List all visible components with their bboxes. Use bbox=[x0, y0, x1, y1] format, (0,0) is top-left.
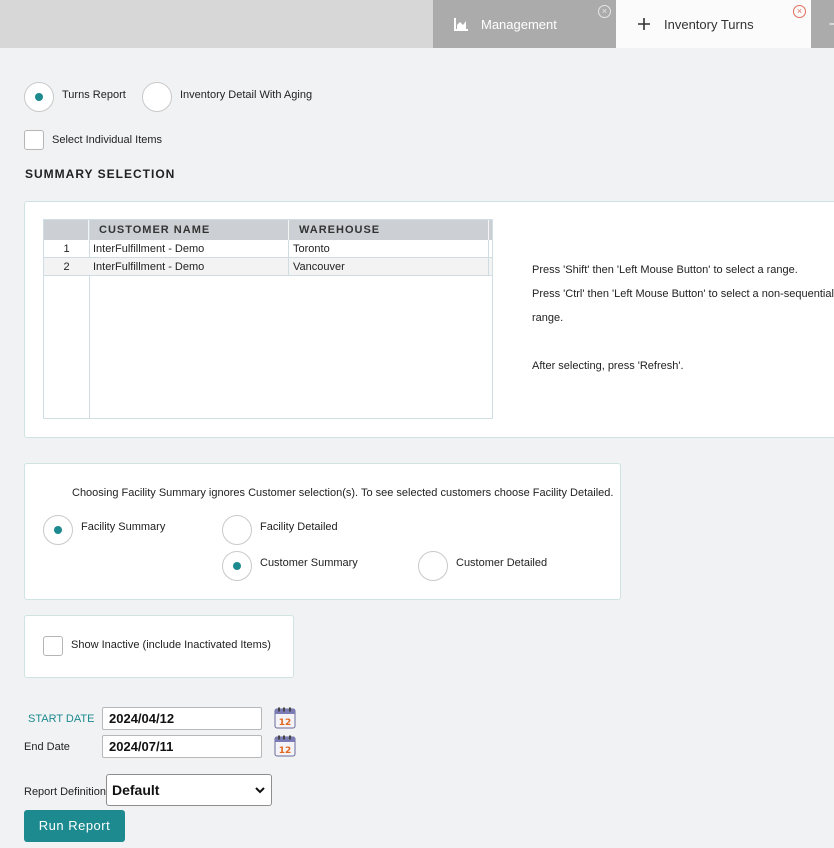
hint-shift: Press 'Shift' then 'Left Mouse Button' t… bbox=[532, 264, 798, 276]
table-row[interactable]: 2 InterFulfillment - Demo Vancouver bbox=[44, 258, 492, 276]
report-definition-label: Report Definition bbox=[24, 786, 106, 798]
start-date-label: START DATE bbox=[28, 713, 95, 725]
grid-divider bbox=[288, 240, 289, 276]
report-definition-select[interactable]: Default bbox=[106, 774, 272, 806]
row-number: 1 bbox=[63, 243, 70, 255]
select-individual-items-label: Select Individual Items bbox=[52, 134, 163, 146]
customer-warehouse-grid: CUSTOMER NAME WAREHOUSE 1 InterFulfillme… bbox=[43, 219, 493, 419]
report-definition-value: Default bbox=[112, 782, 160, 798]
row-number: 2 bbox=[63, 261, 70, 273]
svg-text:12: 12 bbox=[279, 718, 292, 728]
hint-ctrl-cont: range. bbox=[532, 312, 564, 324]
customer-name-cell: InterFulfillment - Demo bbox=[93, 243, 205, 255]
table-row[interactable]: 1 InterFulfillment - Demo Toronto bbox=[44, 240, 492, 258]
show-inactive-label: Show Inactive (include Inactivated Items… bbox=[71, 639, 271, 651]
turns-report-radio[interactable] bbox=[24, 82, 54, 112]
customer-summary-label: Customer Summary bbox=[260, 557, 358, 569]
close-tab-management-icon[interactable]: × bbox=[598, 5, 611, 18]
grid-header-warehouse[interactable]: WAREHOUSE bbox=[289, 220, 489, 240]
end-date-label: End Date bbox=[24, 741, 70, 753]
chevron-down-icon bbox=[255, 787, 265, 794]
tab-management-label: Management bbox=[481, 16, 557, 32]
run-report-button[interactable]: Run Report bbox=[24, 810, 125, 842]
show-inactive-checkbox[interactable] bbox=[43, 636, 63, 656]
customer-name-cell: InterFulfillment - Demo bbox=[93, 261, 205, 273]
facility-note: Choosing Facility Summary ignores Custom… bbox=[72, 487, 614, 499]
inventory-detail-aging-label: Inventory Detail With Aging bbox=[180, 89, 313, 101]
tab-management[interactable]: Management × bbox=[433, 0, 616, 48]
chart-icon bbox=[453, 16, 469, 32]
facility-summary-radio[interactable] bbox=[43, 515, 73, 545]
hint-refresh: After selecting, press 'Refresh'. bbox=[532, 360, 684, 372]
facility-detailed-label: Facility Detailed bbox=[260, 521, 338, 533]
hint-ctrl: Press 'Ctrl' then 'Left Mouse Button' to… bbox=[532, 288, 834, 300]
tab-inventory-turns-label: Inventory Turns bbox=[664, 16, 754, 32]
svg-text:12: 12 bbox=[279, 746, 292, 756]
inventory-detail-aging-radio[interactable] bbox=[142, 82, 172, 112]
grid-divider bbox=[488, 240, 489, 276]
customer-detailed-radio[interactable] bbox=[418, 551, 448, 581]
start-date-field[interactable]: 2024/04/12 bbox=[102, 707, 262, 730]
end-date-field[interactable]: 2024/07/11 bbox=[102, 735, 262, 758]
turns-report-label: Turns Report bbox=[62, 89, 126, 101]
tab-overflow-stub[interactable] bbox=[811, 0, 834, 48]
summary-selection-title: SUMMARY SELECTION bbox=[25, 167, 176, 181]
facility-detailed-radio[interactable] bbox=[222, 515, 252, 545]
select-individual-items-checkbox[interactable] bbox=[24, 130, 44, 150]
close-tab-inventory-turns-icon[interactable]: × bbox=[793, 5, 806, 18]
facility-summary-label: Facility Summary bbox=[81, 521, 166, 533]
end-date-calendar-icon[interactable]: 12 bbox=[274, 735, 296, 757]
warehouse-cell: Toronto bbox=[293, 243, 330, 255]
plus-icon bbox=[636, 16, 652, 32]
customer-detailed-label: Customer Detailed bbox=[456, 557, 548, 569]
tab-bar: Management × Inventory Turns × bbox=[0, 0, 834, 48]
start-date-calendar-icon[interactable]: 12 bbox=[274, 707, 296, 729]
grid-header: CUSTOMER NAME WAREHOUSE bbox=[44, 220, 492, 240]
warehouse-cell: Vancouver bbox=[293, 261, 345, 273]
customer-summary-radio[interactable] bbox=[222, 551, 252, 581]
grid-header-customer-name[interactable]: CUSTOMER NAME bbox=[89, 220, 289, 240]
tab-inventory-turns[interactable]: Inventory Turns × bbox=[616, 0, 811, 48]
grid-header-num bbox=[44, 220, 89, 240]
